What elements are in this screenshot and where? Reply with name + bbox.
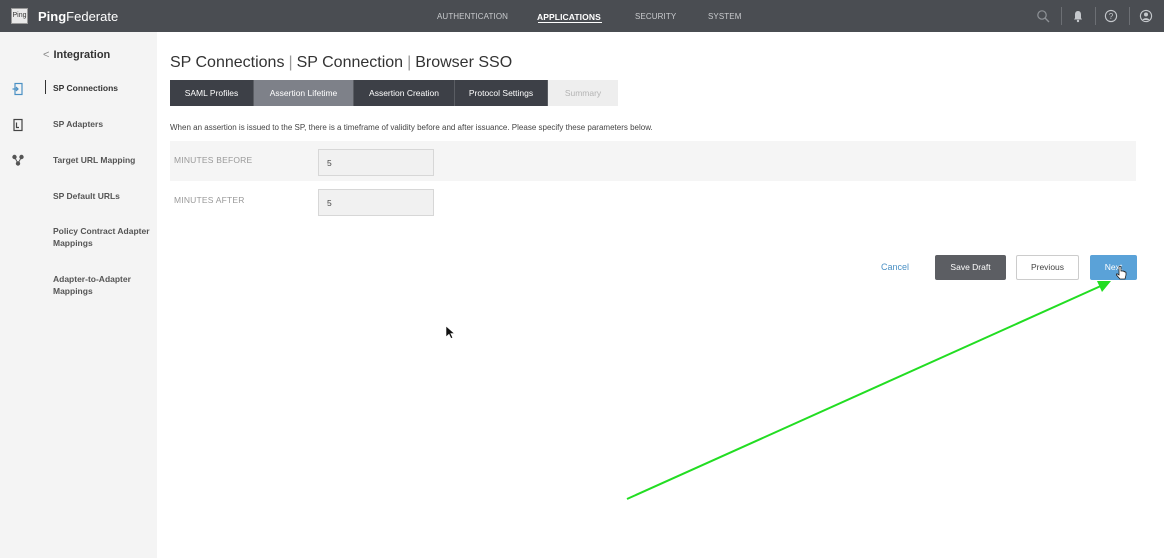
nav-system[interactable]: SYSTEM [708, 12, 742, 21]
product-name: PingFederate [38, 9, 119, 24]
nav-security[interactable]: SECURITY [635, 12, 676, 21]
divider [1061, 7, 1062, 25]
sidebar-item-sp-adapters[interactable]: SP Adapters [53, 118, 153, 130]
divider [1095, 7, 1096, 25]
sidebar: < Integration SP Connections SP Adapters … [33, 32, 157, 558]
back-to-integration-link[interactable]: < Integration [43, 49, 110, 61]
ping-logo-icon: Ping [11, 8, 28, 24]
minutes-after-input[interactable] [318, 189, 434, 216]
top-navigation-bar: Ping PingFederate AUTHENTICATION APPLICA… [0, 0, 1164, 32]
tab-saml-profiles[interactable]: SAML Profiles [170, 80, 254, 106]
sp-adapters-icon[interactable] [11, 118, 25, 132]
sidebar-item-adapter-to-adapter-mappings[interactable]: Adapter-to-Adapter Mappings [53, 273, 153, 297]
next-button[interactable]: Next [1090, 255, 1137, 280]
breadcrumb-item: Browser SSO [415, 54, 513, 71]
tab-assertion-creation[interactable]: Assertion Creation [354, 80, 455, 106]
notification-bell-icon[interactable] [1071, 9, 1085, 23]
help-icon[interactable]: ? [1104, 9, 1118, 23]
target-url-mapping-icon[interactable] [11, 153, 25, 167]
breadcrumb: SP Connections | SP Connection | Browser SSO [170, 54, 513, 71]
sidebar-item-policy-contract-adapter-mappings[interactable]: Policy Contract Adapter Mappings [53, 225, 153, 249]
nav-authentication[interactable]: AUTHENTICATION [437, 12, 508, 21]
sidebar-icon-rail [0, 32, 33, 558]
minutes-before-label: MINUTES BEFORE [174, 155, 253, 165]
nav-active-indicator [538, 22, 602, 23]
tab-assertion-lifetime[interactable]: Assertion Lifetime [254, 80, 354, 106]
save-draft-button[interactable]: Save Draft [935, 255, 1006, 280]
chevron-left-icon: < [43, 49, 50, 61]
divider [1129, 7, 1130, 25]
cancel-button[interactable]: Cancel [881, 262, 909, 272]
user-profile-icon[interactable] [1139, 9, 1153, 23]
tab-summary: Summary [548, 80, 618, 106]
main-content: SP Connections | SP Connection | Browser SSO… [157, 32, 1164, 558]
nav-applications[interactable]: APPLICATIONS [537, 12, 601, 22]
sidebar-item-target-url-mapping[interactable]: Target URL Mapping [53, 154, 153, 166]
minutes-before-row: MINUTES BEFORE [170, 141, 1136, 181]
tab-protocol-settings[interactable]: Protocol Settings [455, 80, 548, 106]
minutes-after-label: MINUTES AFTER [174, 195, 245, 205]
svg-text:?: ? [1109, 12, 1114, 21]
minutes-after-row: MINUTES AFTER [170, 181, 1136, 221]
sidebar-item-sp-default-urls[interactable]: SP Default URLs [53, 190, 153, 202]
minutes-before-input[interactable] [318, 149, 434, 176]
breadcrumb-item: SP Connection [296, 54, 404, 71]
active-item-indicator [45, 80, 46, 94]
sp-connections-icon[interactable] [11, 82, 25, 96]
instructions-text: When an assertion is issued to the SP, t… [170, 123, 653, 132]
breadcrumb-item: SP Connections [170, 54, 285, 71]
sidebar-item-sp-connections[interactable]: SP Connections [53, 82, 153, 94]
previous-button[interactable]: Previous [1016, 255, 1079, 280]
search-icon[interactable] [1036, 9, 1050, 23]
